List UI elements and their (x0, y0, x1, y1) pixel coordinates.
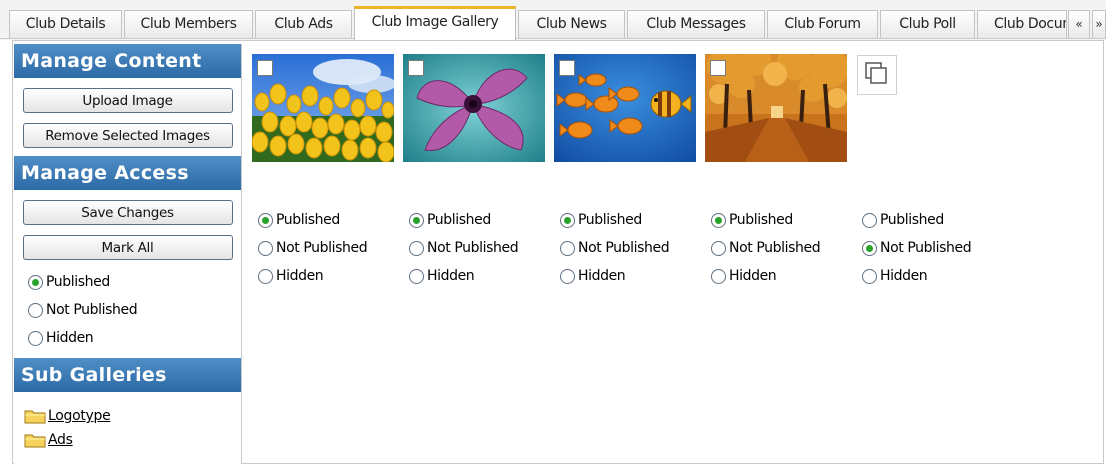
status-option-published[interactable]: Published (711, 206, 820, 234)
tab-club-image-gallery[interactable]: Club Image Gallery (354, 6, 516, 40)
radio-button[interactable] (28, 274, 43, 290)
radio-label: Not Published (729, 240, 821, 256)
image-select-checkbox[interactable] (559, 60, 575, 76)
status-option-not-published[interactable]: Not Published (711, 234, 821, 262)
gallery-image-autumn[interactable] (705, 54, 847, 162)
radio-label: Published (729, 212, 793, 228)
radio-label: Not Published (276, 240, 368, 256)
status-option-hidden[interactable]: Hidden (711, 262, 820, 290)
folder-icon (24, 410, 46, 424)
tab-bar: Club Details Club Members Club Ads Club … (0, 0, 1106, 40)
gallery-image-fish[interactable] (554, 54, 696, 162)
access-option-published[interactable]: Published (28, 268, 241, 296)
sub-galleries-header: Sub Galleries (14, 358, 241, 392)
status-option-published[interactable]: Published (862, 206, 971, 234)
image-select-checkbox[interactable] (408, 60, 424, 76)
radio-label: Not Published (880, 240, 972, 256)
access-option-hidden[interactable]: Hidden (28, 324, 241, 352)
radio-label: Hidden (578, 268, 626, 284)
radio-label: Hidden (427, 268, 475, 284)
radio-label: Published (427, 212, 491, 228)
image-2-status-options: Published Not Published Hidden (409, 206, 519, 290)
remove-selected-images-button[interactable]: Remove Selected Images (22, 123, 233, 148)
image-5-status-options: Published Not Published Hidden (862, 206, 972, 290)
radio-label: Published (880, 212, 944, 228)
empty-image-placeholder[interactable] (857, 55, 897, 95)
radio-button[interactable] (28, 302, 43, 318)
status-option-published[interactable]: Published (560, 206, 669, 234)
radio-label: Published (276, 212, 340, 228)
sub-gallery-link[interactable]: Logotype (48, 408, 111, 424)
tab-club-forum[interactable]: Club Forum (767, 10, 878, 39)
tab-club-details[interactable]: Club Details (9, 10, 122, 39)
tab-scroll-left-button[interactable]: « (1068, 10, 1090, 39)
radio-label: Not Published (578, 240, 670, 256)
status-option-hidden[interactable]: Hidden (862, 262, 971, 290)
sub-gallery-link[interactable]: Ads (48, 432, 73, 448)
status-option-published[interactable]: Published (258, 206, 367, 234)
status-option-hidden[interactable]: Hidden (560, 262, 669, 290)
tab-scroll-right-button[interactable]: » (1092, 10, 1106, 39)
radio-button[interactable] (409, 268, 424, 284)
image-3-status-options: Published Not Published Hidden (560, 206, 670, 290)
radio-label: Hidden (46, 330, 94, 346)
radio-button[interactable] (258, 212, 273, 228)
radio-label: Published (578, 212, 642, 228)
copy-icon (865, 62, 887, 84)
radio-label: Hidden (880, 268, 928, 284)
radio-label: Hidden (276, 268, 324, 284)
radio-button[interactable] (258, 240, 273, 256)
radio-label: Published (46, 274, 110, 290)
folder-icon (24, 434, 46, 448)
status-option-not-published[interactable]: Not Published (560, 234, 670, 262)
radio-button[interactable] (560, 268, 575, 284)
status-option-hidden[interactable]: Hidden (258, 262, 367, 290)
sub-gallery-ads[interactable]: Ads (14, 428, 241, 452)
upload-image-button[interactable]: Upload Image (22, 88, 233, 113)
sidebar: Manage Content Upload Image Remove Selec… (14, 44, 242, 464)
save-changes-button[interactable]: Save Changes (22, 200, 233, 225)
status-option-not-published[interactable]: Not Published (409, 234, 519, 262)
radio-button[interactable] (862, 240, 877, 256)
tab-club-documents[interactable]: Club Documents (977, 10, 1067, 39)
radio-label: Not Published (427, 240, 519, 256)
radio-button[interactable] (711, 212, 726, 228)
access-option-not-published[interactable]: Not Published (28, 296, 241, 324)
status-option-hidden[interactable]: Hidden (409, 262, 518, 290)
radio-button[interactable] (862, 268, 877, 284)
radio-button[interactable] (711, 240, 726, 256)
image-select-checkbox[interactable] (257, 60, 273, 76)
radio-label: Hidden (729, 268, 777, 284)
tulips-image (252, 54, 394, 162)
image-4-status-options: Published Not Published Hidden (711, 206, 821, 290)
radio-button[interactable] (409, 212, 424, 228)
tab-club-poll[interactable]: Club Poll (880, 10, 975, 39)
status-option-not-published[interactable]: Not Published (258, 234, 368, 262)
radio-button[interactable] (258, 268, 273, 284)
manage-content-header: Manage Content (14, 44, 241, 78)
fish-image (554, 54, 696, 162)
radio-button[interactable] (711, 268, 726, 284)
flower-image (403, 54, 545, 162)
tab-club-messages[interactable]: Club Messages (627, 10, 765, 39)
mark-all-button[interactable]: Mark All (22, 235, 233, 260)
image-1-status-options: Published Not Published Hidden (258, 206, 368, 290)
manage-access-header: Manage Access (14, 156, 241, 190)
status-option-published[interactable]: Published (409, 206, 518, 234)
gallery-image-flower[interactable] (403, 54, 545, 162)
status-option-not-published[interactable]: Not Published (862, 234, 972, 262)
tab-club-ads[interactable]: Club Ads (255, 10, 352, 39)
radio-button[interactable] (560, 212, 575, 228)
image-select-checkbox[interactable] (710, 60, 726, 76)
tab-club-members[interactable]: Club Members (124, 10, 253, 39)
radio-button[interactable] (28, 330, 43, 346)
radio-button[interactable] (560, 240, 575, 256)
radio-button[interactable] (409, 240, 424, 256)
gallery-image-tulips[interactable] (252, 54, 394, 162)
radio-label: Not Published (46, 302, 138, 318)
radio-button[interactable] (862, 212, 877, 228)
tab-club-news[interactable]: Club News (518, 10, 625, 39)
sub-gallery-logotype[interactable]: Logotype (14, 404, 241, 428)
autumn-image (705, 54, 847, 162)
